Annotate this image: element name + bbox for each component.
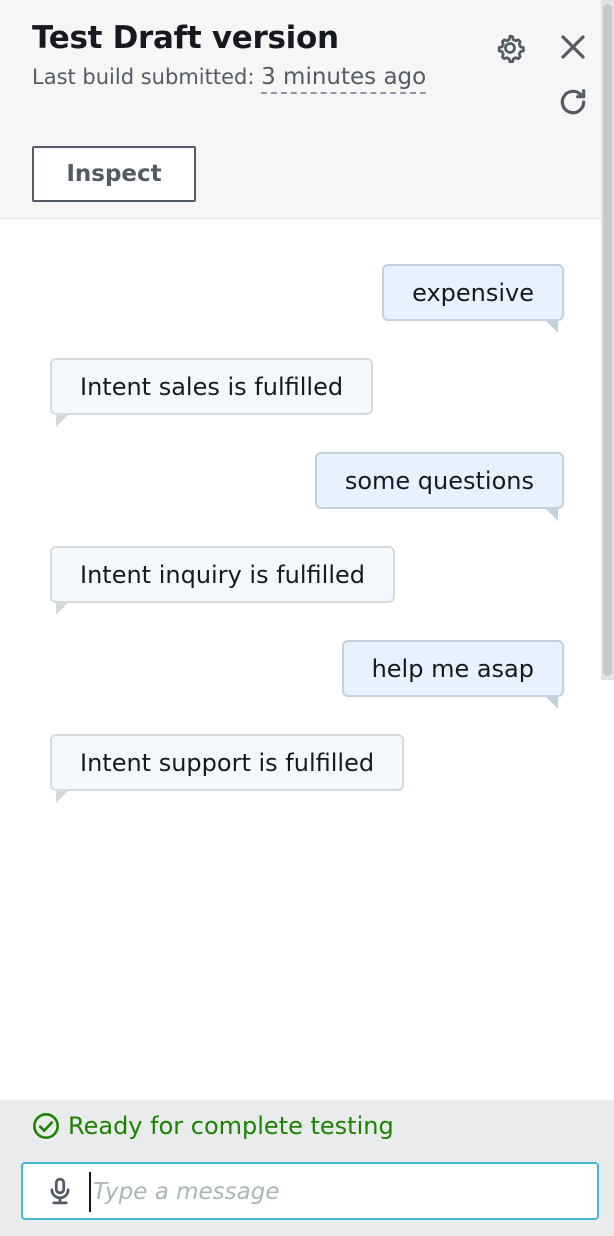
build-status-label: Last build submitted: bbox=[32, 65, 255, 89]
check-circle-icon bbox=[33, 1113, 59, 1139]
panel-header: Test Draft version Last build submitted:… bbox=[0, 0, 614, 219]
panel-title: Test Draft version bbox=[32, 20, 339, 56]
inspect-button[interactable]: Inspect bbox=[32, 146, 196, 202]
bot-message: Intent sales is fulfilled bbox=[50, 358, 374, 427]
microphone-icon[interactable] bbox=[45, 1176, 75, 1206]
user-message: some questions bbox=[314, 452, 564, 521]
status-text: Ready for complete testing bbox=[68, 1112, 394, 1140]
message-input[interactable] bbox=[89, 1172, 584, 1212]
message-input-box[interactable] bbox=[21, 1162, 599, 1220]
scrollbar-thumb[interactable] bbox=[603, 4, 612, 676]
close-icon[interactable] bbox=[555, 29, 591, 65]
user-message: expensive bbox=[382, 264, 564, 333]
bot-message: Intent inquiry is fulfilled bbox=[50, 546, 395, 615]
refresh-icon[interactable] bbox=[555, 84, 591, 120]
chat-scrollbar[interactable] bbox=[601, 0, 614, 680]
chat-footer: Ready for complete testing bbox=[0, 1100, 614, 1236]
build-status: Last build submitted: 3 minutes ago bbox=[32, 64, 427, 94]
settings-icon[interactable] bbox=[492, 30, 528, 66]
build-time[interactable]: 3 minutes ago bbox=[261, 64, 427, 94]
bot-message: Intent support is fulfilled bbox=[50, 734, 405, 803]
test-bot-panel: Test Draft version Last build submitted:… bbox=[0, 0, 614, 1236]
user-message: help me asap bbox=[341, 640, 564, 709]
testing-status: Ready for complete testing bbox=[32, 1112, 394, 1140]
